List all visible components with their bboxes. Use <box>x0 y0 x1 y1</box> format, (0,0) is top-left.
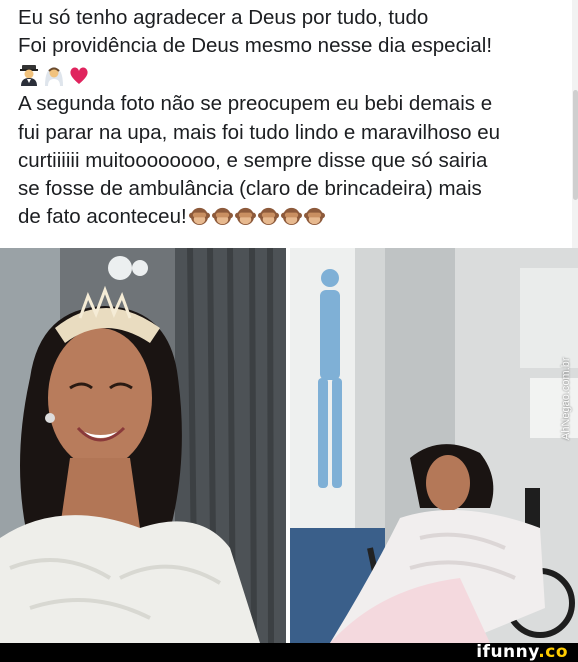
wheelchair-photo-illustration <box>290 248 578 643</box>
see-no-evil-monkey-icon <box>303 208 325 226</box>
bride-photo-illustration <box>0 248 286 643</box>
see-no-evil-monkey-icon <box>280 208 302 226</box>
post-line-4: fui parar na upa, mais foi tudo lindo e … <box>18 120 501 144</box>
post-line-6: se fosse de ambulância (claro de brincad… <box>18 177 482 201</box>
see-no-evil-monkey-icon <box>211 208 233 226</box>
monkey-emojis <box>187 205 325 228</box>
see-no-evil-monkey-icon <box>188 208 210 226</box>
post-line-7: de fato aconteceu! <box>18 203 566 231</box>
watermark-text: AhNegao.com.br <box>560 357 572 440</box>
post-line-3: A segunda foto não se preocupem eu bebi … <box>18 92 493 116</box>
scrollbar[interactable] <box>572 0 578 248</box>
emoji-row <box>18 60 566 90</box>
bride-in-wheelchair-photo <box>290 248 578 643</box>
post-line-7-text: de fato aconteceu! <box>18 205 187 229</box>
post-line-5: curtiiiiii muitoooooooo, e sempre disse … <box>18 148 488 172</box>
see-no-evil-monkey-icon <box>257 208 279 226</box>
logo-main: ifunny <box>476 642 539 662</box>
scrollbar-thumb[interactable] <box>573 90 578 200</box>
post-line-2: Foi providência de Deus mesmo nesse dia … <box>18 34 493 58</box>
bride-emoji-icon <box>45 67 63 87</box>
post-text: Eu só tenho agradecer a Deus por tudo, t… <box>18 4 566 231</box>
bride-with-tiara-photo <box>0 248 286 643</box>
groom-emoji-icon <box>20 65 38 87</box>
see-no-evil-monkey-icon <box>234 208 256 226</box>
post-line-1: Eu só tenho agradecer a Deus por tudo, t… <box>18 6 429 29</box>
footer-bar: ifunny.co <box>0 642 578 662</box>
logo-suffix: .co <box>538 642 568 662</box>
red-heart-icon <box>70 67 88 85</box>
ifunny-logo[interactable]: ifunny.co <box>476 642 568 662</box>
